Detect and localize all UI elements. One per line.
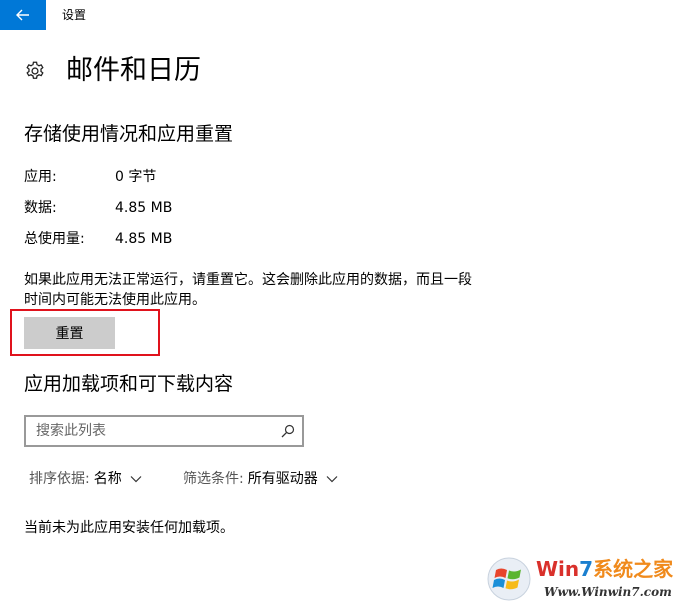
settings-window: 设置 邮件和日历 存储使用情况和应用重置 应用: 0 字节 数据: 4.85 M… [0,0,684,609]
storage-section-heading: 存储使用情况和应用重置 [24,123,234,145]
watermark-brand-win: Win [536,557,580,581]
addons-section-heading: 应用加载项和可下载内容 [24,373,234,395]
filter-label: 筛选条件: [183,471,244,487]
watermark-brand-7: 7 [579,557,594,581]
data-size-value: 4.85 MB [115,200,173,216]
watermark-url: Www.Winwin7.com [544,585,672,599]
sort-value: 名称 [93,471,122,487]
search-input[interactable] [36,421,266,441]
chevron-down-icon [326,476,338,483]
total-usage-value: 4.85 MB [115,231,173,247]
back-button[interactable] [0,0,46,30]
watermark-brand: Win7系统之家 [536,556,673,582]
search-icon[interactable] [281,424,295,438]
reset-button[interactable]: 重置 [24,317,115,349]
chevron-down-icon [130,476,142,483]
data-size-label: 数据: [24,200,57,216]
window-title: 设置 [62,8,87,22]
back-arrow-icon [16,9,29,21]
sort-label: 排序依据: [29,471,90,487]
title-bar: 设置 [0,0,684,30]
watermark: Win7系统之家 Www.Winwin7.com [484,552,680,606]
gear-icon [26,61,44,79]
app-size-label: 应用: [24,169,57,185]
app-size-value: 0 字节 [115,169,157,185]
no-addons-message: 当前未为此应用安装任何加载项。 [24,520,234,536]
total-usage-label: 总使用量: [24,231,85,247]
reset-description: 如果此应用无法正常运行，请重置它。这会删除此应用的数据，而且一段时间内可能无法使… [24,272,472,308]
sort-dropdown[interactable]: 排序依据: 名称 [29,468,142,490]
filter-value: 所有驱动器 [247,471,318,487]
page-title: 邮件和日历 [66,55,201,86]
search-box[interactable] [24,415,304,447]
windows-logo-icon [487,557,531,601]
watermark-brand-text: 系统之家 [593,557,674,581]
filter-dropdown[interactable]: 筛选条件: 所有驱动器 [183,468,338,490]
